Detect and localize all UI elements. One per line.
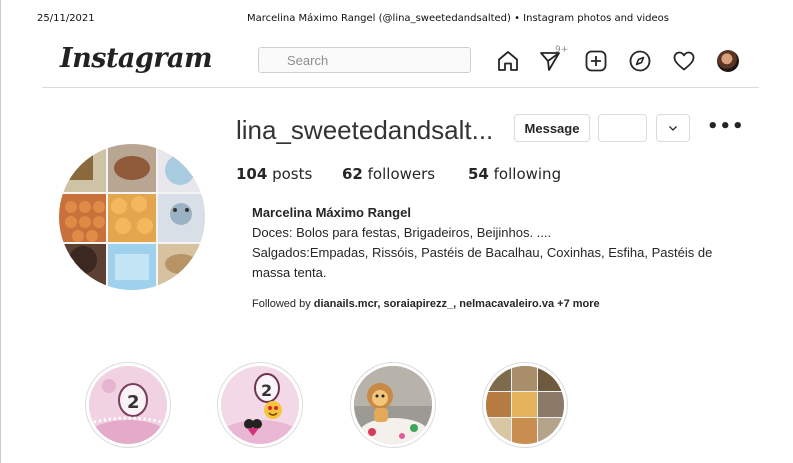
followed-by-names[interactable]: dianails.mcr, soraiapirezz_, nelmacavale… [314, 298, 554, 310]
followed-by[interactable]: Followed by dianails.mcr, soraiapirezz_,… [252, 298, 600, 310]
search-input[interactable] [259, 48, 470, 72]
posts-stat: 104 posts [236, 165, 312, 183]
highlight-thumbnail: 2 [89, 366, 167, 444]
message-button[interactable]: Message [514, 114, 590, 142]
followed-by-more[interactable]: +7 more [557, 298, 600, 310]
new-post-icon[interactable] [584, 49, 608, 73]
heart-icon[interactable] [672, 49, 696, 73]
story-highlight[interactable]: 2 [217, 362, 303, 448]
print-page-title: Marcelina Máximo Rangel (@lina_sweetedan… [247, 13, 669, 24]
home-icon[interactable] [496, 49, 520, 73]
highlight-thumbnail [486, 366, 564, 444]
story-highlight[interactable] [482, 362, 568, 448]
more-options-icon[interactable]: ••• [707, 116, 745, 137]
following-count: 54 [468, 165, 489, 183]
following-label: following [493, 165, 562, 183]
suggested-dropdown-button[interactable] [656, 114, 690, 142]
follow-status-button[interactable] [598, 114, 647, 142]
svg-text:2: 2 [261, 381, 272, 400]
profile-bio: Doces: Bolos para festas, Brigadeiros, B… [252, 223, 722, 283]
instagram-logo[interactable]: Instagram [60, 43, 213, 74]
followers-count: 62 [342, 165, 363, 183]
page-edge [0, 0, 1, 463]
posts-label: posts [272, 165, 313, 183]
bio-line: Salgados:Empadas, Rissóis, Pastéis de Ba… [252, 245, 713, 280]
explore-icon[interactable] [628, 49, 652, 73]
followers-stat[interactable]: 62 followers [342, 165, 435, 183]
chevron-down-icon [669, 126, 677, 131]
profile-full-name: Marcelina Máximo Rangel [252, 205, 411, 220]
user-avatar[interactable] [717, 50, 739, 72]
direct-badge: 9+ [555, 45, 569, 55]
nav-divider [42, 87, 759, 88]
search-box[interactable] [258, 47, 471, 73]
profile-username: lina_sweetedandsalt... [236, 115, 494, 145]
highlight-thumbnail [354, 366, 432, 444]
followed-by-prefix: Followed by [252, 298, 311, 310]
story-highlight[interactable] [350, 362, 436, 448]
followers-label: followers [367, 165, 436, 183]
bio-line: Doces: Bolos para festas, Brigadeiros, B… [252, 225, 552, 240]
print-date: 25/11/2021 [37, 13, 95, 24]
story-highlight[interactable]: 2 [85, 362, 171, 448]
svg-text:2: 2 [127, 392, 140, 413]
profile-picture[interactable] [59, 144, 205, 290]
highlight-thumbnail: 2 [221, 366, 299, 444]
following-stat[interactable]: 54 following [468, 165, 561, 183]
posts-count: 104 [236, 165, 268, 183]
